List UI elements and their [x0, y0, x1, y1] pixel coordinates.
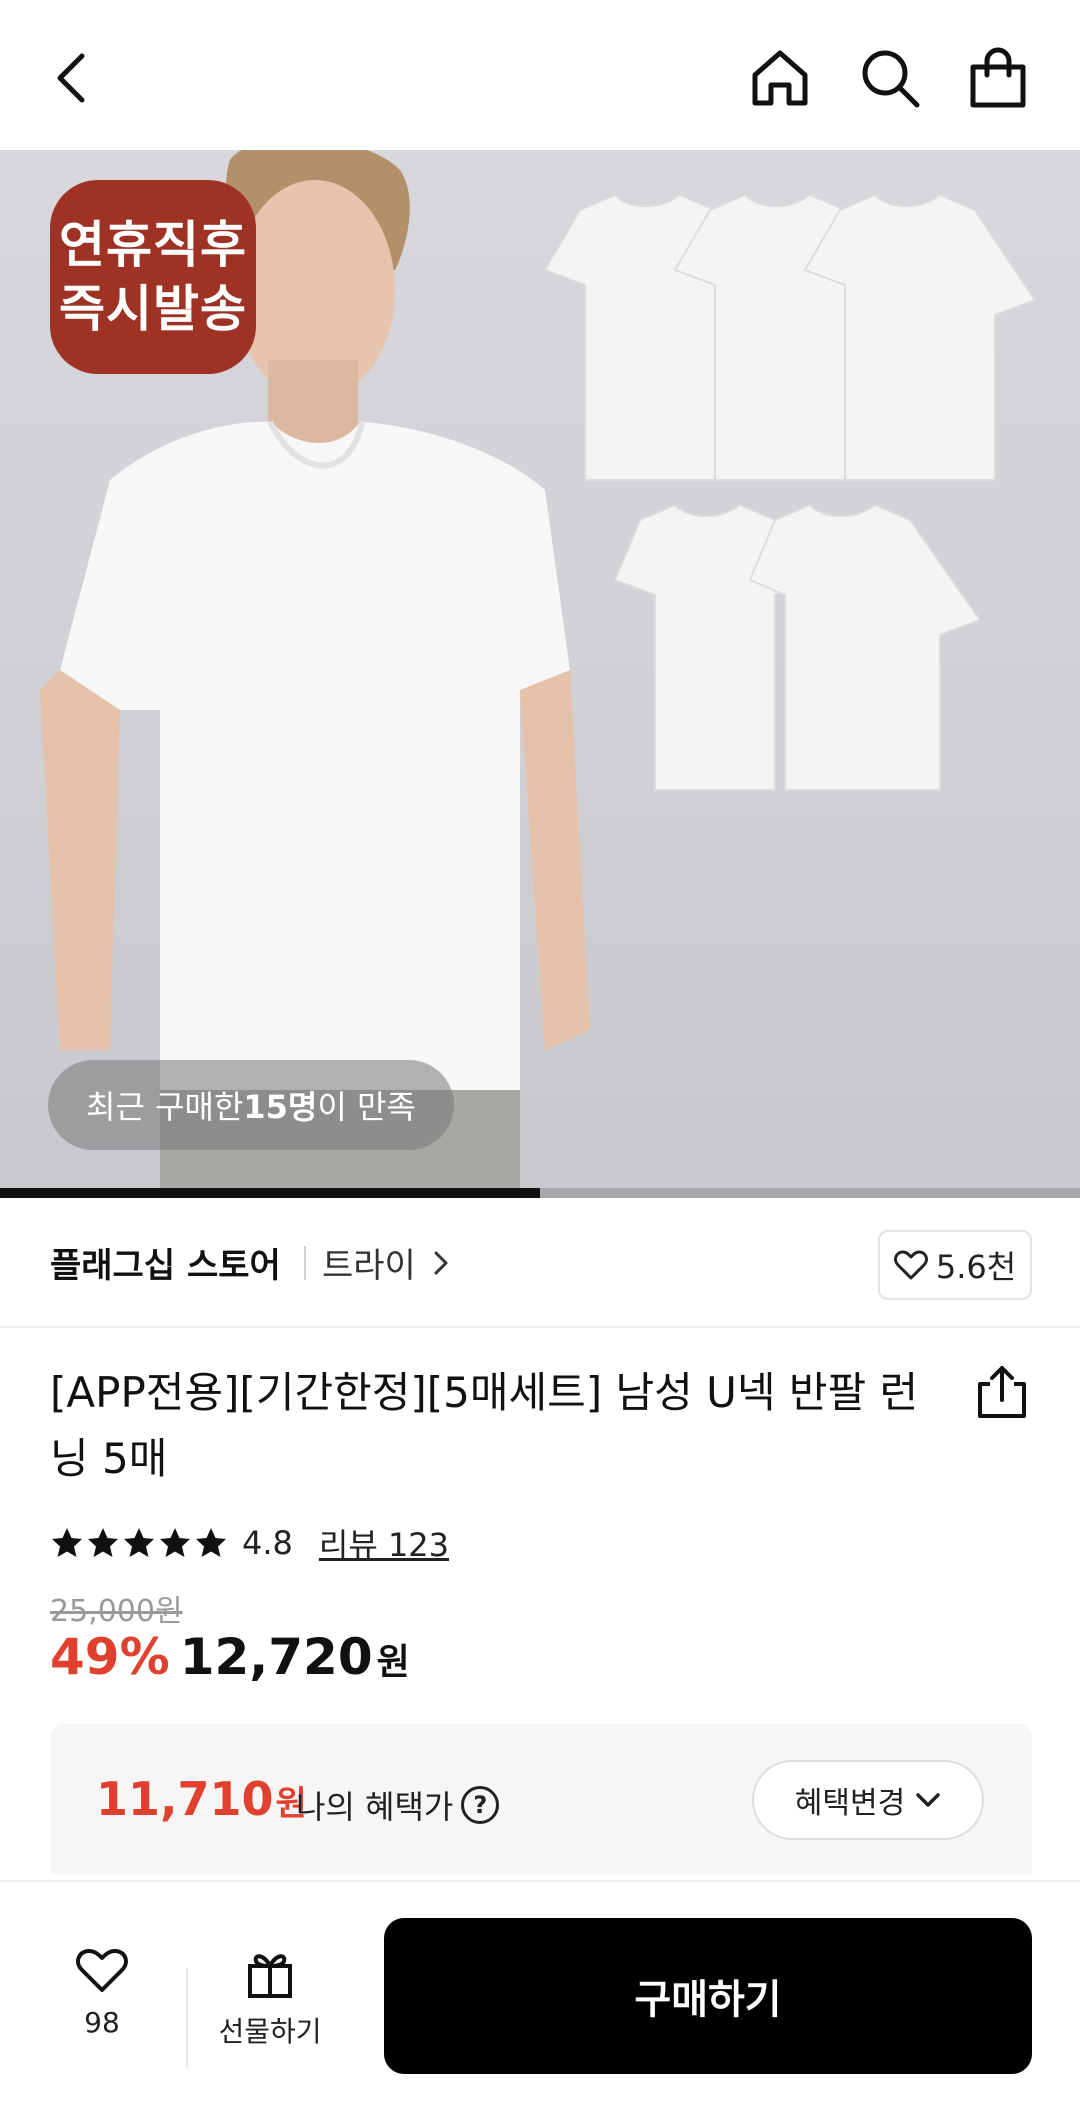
original-price: 25,000원 — [50, 1594, 183, 1629]
wishlist-button[interactable]: 98 — [60, 1948, 144, 2039]
store-like-button[interactable]: 5.6천 — [878, 1230, 1032, 1300]
store-sub-label: 트라이 — [322, 1246, 416, 1286]
product-title: [APP전용][기간한정][5매세트] 남성 U넥 반팔 런닝 5매 — [50, 1368, 919, 1483]
store-row: 플래그십 스토어 트라이 5.6천 — [0, 1198, 1080, 1328]
store-like-count: 5.6천 — [935, 1248, 1017, 1286]
heart-icon — [893, 1250, 928, 1280]
benefit-label: 나의 혜택가 ? — [296, 1782, 500, 1828]
promo-badge-line2: 즉시발송 — [59, 280, 247, 338]
rating-score: 4.8 — [242, 1524, 293, 1562]
heart-icon — [76, 1949, 128, 1992]
social-proof-count: 15명 — [243, 1088, 318, 1126]
search-icon[interactable] — [852, 40, 928, 116]
store-name[interactable]: 플래그십 스토어 — [50, 1238, 281, 1287]
product-image-carousel[interactable]: 연휴직후 즉시발송 최근 구매한 15명 이 만족 — [0, 150, 1080, 1198]
price-unit: 원 — [376, 1642, 410, 1683]
store-divider — [304, 1246, 306, 1280]
social-proof-pill: 최근 구매한 15명 이 만족 — [48, 1060, 454, 1150]
price-row: 49% 12,720 원 — [50, 1628, 410, 1686]
help-icon[interactable]: ? — [461, 1786, 500, 1824]
star-icon — [196, 1528, 226, 1557]
discount-rate: 49% — [50, 1628, 170, 1686]
gift-icon — [248, 1954, 292, 1998]
top-bar — [0, 0, 1080, 150]
store-link[interactable]: 트라이 — [322, 1238, 450, 1287]
chevron-right-icon — [434, 1251, 448, 1274]
benefit-price-value: 11,710 — [96, 1772, 274, 1826]
gift-label: 선물하기 — [218, 2015, 322, 2048]
change-benefit-label: 혜택변경 — [794, 1786, 906, 1821]
wishlist-count: 98 — [84, 2006, 120, 2039]
promo-badge-line1: 연휴직후 — [59, 216, 247, 274]
review-link[interactable]: 리뷰 123 — [319, 1520, 449, 1566]
chevron-down-icon — [916, 1793, 940, 1807]
carousel-progress — [0, 1188, 1080, 1198]
promo-badge: 연휴직후 즉시발송 — [50, 180, 256, 374]
social-proof-suffix: 이 만족 — [317, 1088, 416, 1126]
star-icon — [124, 1528, 154, 1557]
star-icon — [88, 1528, 118, 1557]
star-rating — [50, 1526, 228, 1560]
star-icon — [52, 1528, 82, 1557]
rating-row: 4.8 리뷰 123 — [50, 1520, 449, 1566]
sale-price: 12,720 — [179, 1628, 373, 1686]
bottom-action-bar: 98 선물하기 구매하기 — [0, 1880, 1080, 2109]
share-icon[interactable] — [972, 1362, 1032, 1422]
benefit-box: 11,710 원 나의 혜택가 ? 혜택변경 — [50, 1724, 1032, 1874]
back-icon[interactable] — [32, 40, 108, 116]
social-proof-prefix: 최근 구매한 — [86, 1088, 244, 1126]
carousel-progress-fill — [0, 1188, 540, 1198]
home-icon[interactable] — [742, 40, 818, 116]
star-icon — [160, 1528, 190, 1557]
benefit-label-text: 나의 혜택가 — [296, 1788, 454, 1826]
gift-button[interactable]: 선물하기 — [214, 1948, 326, 2050]
change-benefit-button[interactable]: 혜택변경 — [752, 1760, 984, 1840]
benefit-price: 11,710 원 — [96, 1772, 307, 1826]
bottom-divider — [186, 1968, 188, 2068]
shopping-bag-icon[interactable] — [960, 40, 1036, 116]
buy-button[interactable]: 구매하기 — [384, 1918, 1032, 2074]
